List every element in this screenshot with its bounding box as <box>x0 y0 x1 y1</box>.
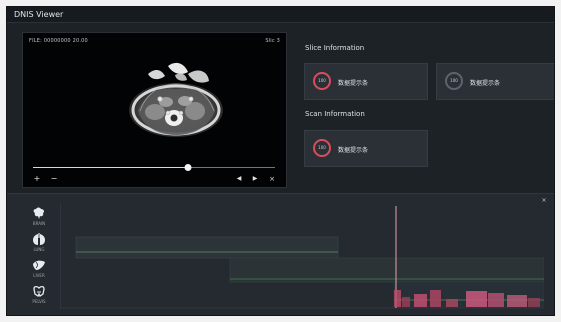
timeline-peak-6 <box>466 291 487 307</box>
lung-icon-svg <box>33 233 45 245</box>
timeline-peak-5 <box>446 299 458 307</box>
timeline-chart[interactable] <box>59 203 545 309</box>
timeline-peak-3 <box>414 294 427 307</box>
viewer-controls: + − ◀ ▶ × <box>23 171 286 187</box>
image-viewer[interactable]: FILE: 00000000 20.00 Slic 3 + − ◀ ▶ × <box>22 32 287 188</box>
timeline-panel: × BRAIN LUNG LIVER PELVIS <box>7 193 554 315</box>
timeline-row-brain <box>75 236 339 259</box>
previous-button[interactable]: ◀ <box>235 175 243 183</box>
timeline-peak-2 <box>402 297 410 307</box>
brain-icon <box>32 205 46 219</box>
timeline-peak-4 <box>430 290 441 307</box>
slice-progress-bar[interactable] <box>33 164 275 171</box>
liver-icon-svg <box>33 260 45 270</box>
timeline-peak-8 <box>507 295 527 307</box>
scan-card-1-label: 数据提示条 <box>338 147 369 154</box>
organ-label-lung: LUNG <box>33 247 45 252</box>
organ-label-brain: BRAIN <box>32 221 46 226</box>
scan-card-1-ring: 100 <box>313 139 331 157</box>
dnis-viewer-window: DNIS Viewer FILE: 00000000 20.00 Slic 3 <box>6 6 555 316</box>
pelvis-icon-svg <box>33 285 45 297</box>
slice-information-title: Slice Information <box>305 44 365 52</box>
pelvis-icon <box>32 283 46 297</box>
window-title: DNIS Viewer <box>7 7 554 23</box>
timeline-peak-1 <box>394 290 401 307</box>
organ-item-lung[interactable]: LUNG <box>26 229 52 253</box>
scan-information-title: Scan Information <box>305 110 365 118</box>
slice-card-2-label: 数据提示条 <box>470 80 501 87</box>
minus-button[interactable]: − <box>50 175 58 183</box>
slice-card-1-label: 数据提示条 <box>338 80 369 87</box>
organ-label-liver: LIVER <box>33 273 45 278</box>
organ-item-liver[interactable]: LIVER <box>26 255 52 279</box>
slice-progress-fill <box>33 167 188 168</box>
slice-card-1-ring: 100 <box>313 72 331 90</box>
slice-card-2-ring: 100 <box>445 72 463 90</box>
next-button[interactable]: ▶ <box>251 175 259 183</box>
slice-label: Slic 3 <box>265 38 280 44</box>
organ-item-pelvis[interactable]: PELVIS <box>26 281 52 305</box>
brain-icon-svg <box>33 207 45 219</box>
close-button[interactable]: × <box>268 175 276 183</box>
slice-progress-handle[interactable] <box>184 164 192 171</box>
ct-scan-image <box>118 56 233 146</box>
organ-list: BRAIN LUNG LIVER PELVIS <box>26 203 52 308</box>
timeline-peak-7 <box>488 293 504 307</box>
timeline-peak-9 <box>528 298 540 307</box>
liver-icon <box>32 257 46 270</box>
timeline-row-lung <box>229 257 545 283</box>
slice-info-card-1: 100 数据提示条 <box>304 63 428 100</box>
timeline-svg <box>59 203 545 309</box>
scan-info-card-1: 100 数据提示条 <box>304 130 428 167</box>
file-label: FILE: 00000000 20.00 <box>29 38 88 44</box>
organ-label-pelvis: PELVIS <box>32 299 46 304</box>
organ-item-brain[interactable]: BRAIN <box>26 203 52 227</box>
add-button[interactable]: + <box>33 175 41 183</box>
slice-info-card-2: 100 数据提示条 <box>436 63 554 100</box>
ct-scan-svg <box>129 62 223 137</box>
lung-icon <box>32 231 46 245</box>
